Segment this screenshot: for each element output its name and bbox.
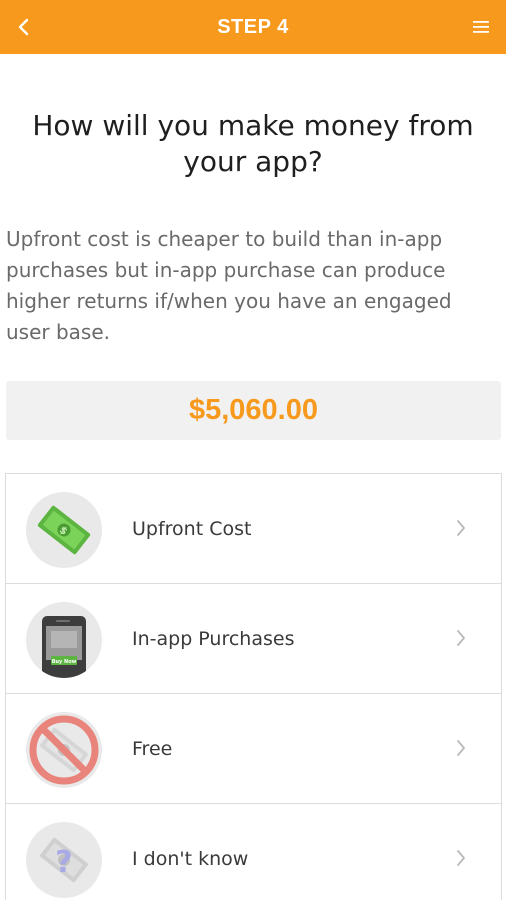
monetization-options-list: $ Upfront Cost Buy Now In-app Purchases bbox=[5, 473, 502, 900]
money-bill-icon: $ bbox=[26, 492, 102, 568]
step-title: STEP 4 bbox=[217, 15, 289, 38]
option-free[interactable]: Free bbox=[6, 694, 501, 804]
menu-button[interactable] bbox=[468, 14, 494, 40]
money-question-icon: ? bbox=[26, 822, 102, 898]
hamburger-menu-icon bbox=[473, 21, 489, 33]
option-in-app-purchases[interactable]: Buy Now In-app Purchases bbox=[6, 584, 501, 694]
option-label: In-app Purchases bbox=[132, 627, 295, 650]
option-label: Upfront Cost bbox=[132, 517, 252, 540]
option-label: I don't know bbox=[132, 847, 249, 870]
top-app-bar: STEP 4 bbox=[0, 0, 506, 54]
price-total-box: $5,060.00 bbox=[6, 381, 501, 440]
option-label: Free bbox=[132, 737, 173, 760]
svg-text:?: ? bbox=[55, 845, 72, 880]
back-button[interactable] bbox=[8, 12, 38, 42]
svg-text:Buy Now: Buy Now bbox=[52, 659, 77, 665]
chevron-right-icon bbox=[457, 630, 465, 646]
phone-buy-now-icon: Buy Now bbox=[26, 602, 102, 678]
chevron-right-icon bbox=[457, 850, 465, 866]
page-question: How will you make money from your app? bbox=[32, 109, 474, 178]
chevron-left-icon bbox=[18, 18, 29, 36]
price-total: $5,060.00 bbox=[188, 394, 318, 426]
option-i-dont-know[interactable]: ? I don't know bbox=[6, 804, 501, 900]
chevron-right-icon bbox=[457, 520, 465, 536]
chevron-right-icon bbox=[457, 740, 465, 756]
no-money-icon bbox=[26, 712, 102, 788]
page-description: Upfront cost is cheaper to build than in… bbox=[6, 227, 452, 344]
option-upfront-cost[interactable]: $ Upfront Cost bbox=[6, 474, 501, 584]
